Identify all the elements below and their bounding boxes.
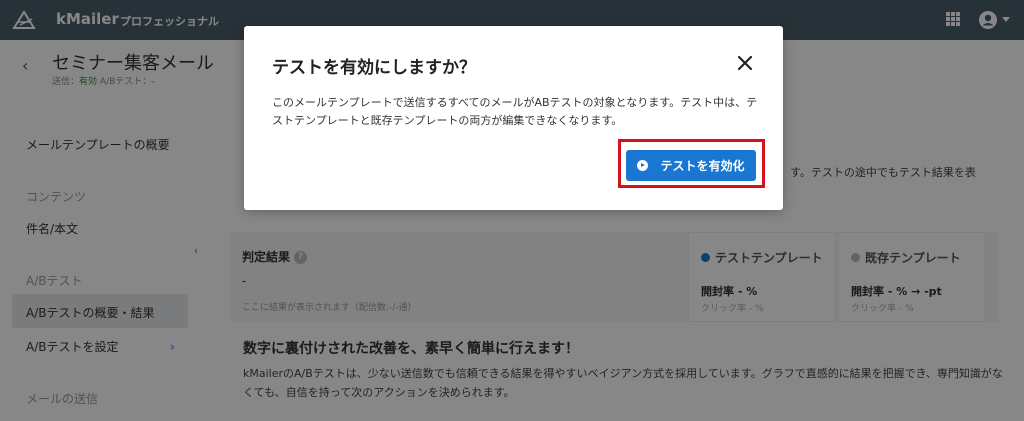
enable-test-dialog: テストを有効にしますか？ このメールテンプレートで送信するすべてのメールがABテ… xyxy=(244,26,783,210)
dialog-title: テストを有効にしますか？ xyxy=(272,58,476,78)
play-circle-icon xyxy=(637,160,649,171)
enable-test-button[interactable]: テストを有効化 xyxy=(626,150,756,181)
dialog-message: このメールテンプレートで送信するすべてのメールがABテストの対象となります。テス… xyxy=(272,96,758,127)
enable-test-button-label: テストを有効化 xyxy=(660,159,745,173)
close-icon[interactable] xyxy=(736,54,754,72)
